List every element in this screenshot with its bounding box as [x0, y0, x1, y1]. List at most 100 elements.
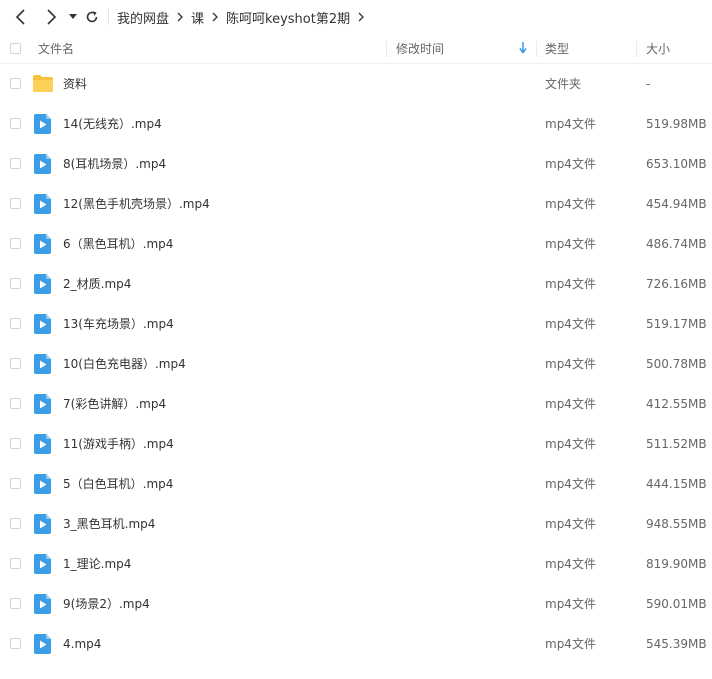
file-name[interactable]: 8(耳机场景）.mp4	[63, 144, 166, 184]
file-list-header: 文件名 修改时间 类型 大小	[0, 34, 712, 64]
sort-descending-icon	[519, 42, 527, 54]
file-name[interactable]: 7(彩色讲解）.mp4	[63, 384, 166, 424]
file-row[interactable]: 资料 文件夹 -	[0, 64, 712, 104]
video-file-icon	[34, 194, 51, 214]
breadcrumb-item[interactable]: 我的网盘	[117, 8, 169, 27]
file-name[interactable]: 11(游戏手柄）.mp4	[63, 424, 174, 464]
row-checkbox[interactable]	[10, 518, 21, 529]
row-checkbox[interactable]	[10, 638, 21, 649]
column-divider	[386, 41, 387, 57]
refresh-icon	[86, 11, 98, 23]
breadcrumb: 我的网盘 课 陈呵呵keyshot第2期	[117, 8, 372, 27]
row-checkbox[interactable]	[10, 598, 21, 609]
file-name[interactable]: 4.mp4	[63, 624, 101, 664]
file-size: 454.94MB	[646, 197, 707, 211]
file-size: 412.55MB	[646, 397, 707, 411]
row-checkbox[interactable]	[10, 558, 21, 569]
column-header-name[interactable]: 文件名	[38, 34, 74, 64]
file-row[interactable]: 14(无线充）.mp4 mp4文件 519.98MB	[0, 104, 712, 144]
file-row[interactable]: 5（白色耳机）.mp4 mp4文件 444.15MB	[0, 464, 712, 504]
row-checkbox[interactable]	[10, 358, 21, 369]
file-name[interactable]: 12(黑色手机壳场景）.mp4	[63, 184, 210, 224]
file-name[interactable]: 3_黑色耳机.mp4	[63, 504, 155, 544]
file-row[interactable]: 12(黑色手机壳场景）.mp4 mp4文件 454.94MB	[0, 184, 712, 224]
file-size: 545.39MB	[646, 637, 707, 651]
file-name[interactable]: 2_材质.mp4	[63, 264, 131, 304]
file-type: mp4文件	[545, 357, 596, 371]
file-row[interactable]: 13(车充场景）.mp4 mp4文件 519.17MB	[0, 304, 712, 344]
file-size: 726.16MB	[646, 277, 707, 291]
file-size: 948.55MB	[646, 517, 707, 531]
breadcrumb-item[interactable]: 课	[191, 8, 204, 27]
select-all-checkbox[interactable]	[10, 43, 21, 54]
video-file-icon	[34, 354, 51, 374]
file-size: 444.15MB	[646, 477, 707, 491]
breadcrumb-item[interactable]: 陈呵呵keyshot第2期	[226, 8, 350, 27]
video-file-icon	[34, 514, 51, 534]
file-row[interactable]: 3_黑色耳机.mp4 mp4文件 948.55MB	[0, 504, 712, 544]
file-row[interactable]: 9(场景2）.mp4 mp4文件 590.01MB	[0, 584, 712, 624]
chevron-right-icon	[47, 9, 57, 25]
file-name[interactable]: 9(场景2）.mp4	[63, 584, 150, 624]
folder-icon	[33, 75, 53, 92]
file-row[interactable]: 6（黑色耳机）.mp4 mp4文件 486.74MB	[0, 224, 712, 264]
file-name[interactable]: 10(白色充电器）.mp4	[63, 344, 186, 384]
row-checkbox[interactable]	[10, 198, 21, 209]
file-size: 511.52MB	[646, 437, 707, 451]
file-row[interactable]: 10(白色充电器）.mp4 mp4文件 500.78MB	[0, 344, 712, 384]
row-checkbox[interactable]	[10, 438, 21, 449]
row-checkbox[interactable]	[10, 278, 21, 289]
file-type: mp4文件	[545, 597, 596, 611]
file-type: mp4文件	[545, 317, 596, 331]
file-name[interactable]: 13(车充场景）.mp4	[63, 304, 174, 344]
file-type: mp4文件	[545, 157, 596, 171]
breadcrumb-chevron-icon	[177, 12, 183, 22]
file-type: mp4文件	[545, 477, 596, 491]
history-dropdown-button[interactable]	[66, 2, 80, 32]
file-row[interactable]: 2_材质.mp4 mp4文件 726.16MB	[0, 264, 712, 304]
row-checkbox[interactable]	[10, 78, 21, 89]
file-name[interactable]: 14(无线充）.mp4	[63, 104, 162, 144]
row-checkbox[interactable]	[10, 238, 21, 249]
breadcrumb-chevron-icon	[212, 12, 218, 22]
column-header-modified[interactable]: 修改时间	[396, 34, 444, 64]
row-checkbox[interactable]	[10, 478, 21, 489]
file-size: 519.98MB	[646, 117, 707, 131]
file-type: mp4文件	[545, 437, 596, 451]
video-file-icon	[34, 634, 51, 654]
file-row[interactable]: 1_理论.mp4 mp4文件 819.90MB	[0, 544, 712, 584]
file-name[interactable]: 5（白色耳机）.mp4	[63, 464, 173, 504]
file-row[interactable]: 4.mp4 mp4文件 545.39MB	[0, 624, 712, 664]
column-header-size[interactable]: 大小	[646, 34, 670, 64]
toolbar: 我的网盘 课 陈呵呵keyshot第2期	[0, 0, 712, 34]
column-divider	[536, 41, 537, 57]
forward-button[interactable]	[36, 2, 66, 32]
row-checkbox[interactable]	[10, 118, 21, 129]
file-name[interactable]: 6（黑色耳机）.mp4	[63, 224, 173, 264]
video-file-icon	[34, 154, 51, 174]
file-type: mp4文件	[545, 517, 596, 531]
file-type: mp4文件	[545, 637, 596, 651]
refresh-button[interactable]	[80, 2, 104, 32]
back-button[interactable]	[6, 2, 36, 32]
file-name[interactable]: 1_理论.mp4	[63, 544, 131, 584]
toolbar-divider	[108, 9, 109, 25]
file-name[interactable]: 资料	[63, 64, 87, 104]
file-type: mp4文件	[545, 197, 596, 211]
row-checkbox[interactable]	[10, 158, 21, 169]
video-file-icon	[34, 394, 51, 414]
row-checkbox[interactable]	[10, 318, 21, 329]
file-size: 500.78MB	[646, 357, 707, 371]
file-type: mp4文件	[545, 117, 596, 131]
column-header-type[interactable]: 类型	[545, 34, 569, 64]
file-size: 519.17MB	[646, 317, 707, 331]
file-row[interactable]: 8(耳机场景）.mp4 mp4文件 653.10MB	[0, 144, 712, 184]
row-checkbox[interactable]	[10, 398, 21, 409]
file-row[interactable]: 7(彩色讲解）.mp4 mp4文件 412.55MB	[0, 384, 712, 424]
caret-down-icon	[69, 14, 77, 19]
file-row[interactable]: 11(游戏手柄）.mp4 mp4文件 511.52MB	[0, 424, 712, 464]
breadcrumb-chevron-icon	[358, 12, 365, 22]
video-file-icon	[34, 234, 51, 254]
file-type: mp4文件	[545, 277, 596, 291]
file-size: -	[646, 77, 651, 91]
